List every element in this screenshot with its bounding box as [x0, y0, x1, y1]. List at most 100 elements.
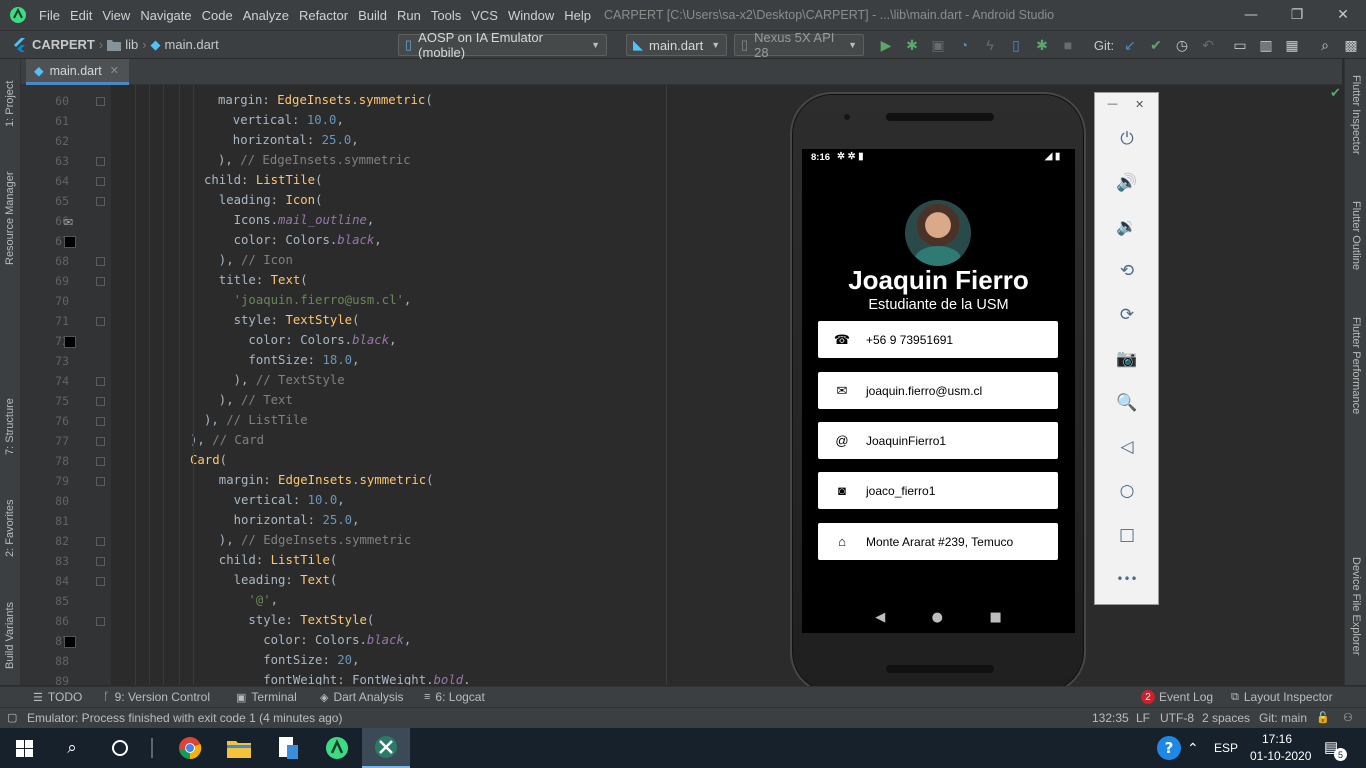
notepad-icon[interactable]	[264, 728, 312, 768]
minimize-button[interactable]: —	[1228, 0, 1274, 30]
search-icon[interactable]: ⌕	[1316, 36, 1334, 54]
fold-marker-icon[interactable]	[96, 377, 105, 386]
device-selector[interactable]: ▯ AOSP on IA Emulator (mobile) ▼	[398, 30, 607, 60]
code-line[interactable]: ), // ListTile	[204, 413, 308, 427]
tool-layout-inspector[interactable]: ⧉ Layout Inspector	[1231, 690, 1333, 704]
attach-debugger-icon[interactable]: ✱	[1033, 36, 1051, 54]
fold-marker-icon[interactable]	[96, 97, 105, 106]
code-line[interactable]: color: Colors.black,	[204, 633, 411, 647]
code-line[interactable]: ), // Card	[190, 433, 264, 447]
tool-terminal[interactable]: ▣ Terminal	[236, 690, 297, 704]
fold-marker-icon[interactable]	[96, 557, 105, 566]
code-line[interactable]: horizontal: 25.0,	[204, 513, 360, 527]
sdk-manager-icon[interactable]: ▥	[1257, 36, 1275, 54]
code-line[interactable]: title: Text(	[204, 273, 308, 287]
stop-icon[interactable]: ■	[1059, 36, 1077, 54]
maximize-button[interactable]: ❐	[1274, 0, 1320, 30]
hot-reload-icon[interactable]: ϟ	[981, 36, 999, 54]
menu-view[interactable]: View	[97, 8, 135, 23]
code-line[interactable]: leading: Icon(	[204, 193, 323, 207]
code-line[interactable]: style: TextStyle(	[204, 313, 360, 327]
profile-icon[interactable]: ◔	[955, 36, 973, 54]
git-rollback-icon[interactable]: ↶	[1199, 36, 1217, 54]
tab-main-dart[interactable]: ◆ main.dart ✕	[26, 59, 129, 85]
status-toggle-icon[interactable]: ▢	[7, 711, 17, 724]
lock-icon[interactable]: 🔓	[1316, 711, 1330, 724]
tool-resource-manager[interactable]: Resource Manager	[4, 155, 16, 265]
emulator-screen[interactable]: 8:16 ✲ ✲ ▮ ◢ ▮ Joaquin Fierro Estudiante…	[802, 149, 1075, 633]
tray-chevron-icon[interactable]: ⌃	[1187, 740, 1199, 757]
volume-down-icon[interactable]: 🔉	[1113, 213, 1141, 241]
attach-icon[interactable]: ▯	[1007, 36, 1025, 54]
avd-selector[interactable]: ▯ Nexus 5X API 28 ▼	[734, 30, 864, 60]
menu-help[interactable]: Help	[559, 8, 596, 23]
code-line[interactable]: ), // EdgeInsets.symmetric	[218, 153, 411, 167]
card-address[interactable]: ⌂ Monte Ararat #239, Temuco	[818, 523, 1058, 560]
tool-dart-analysis[interactable]: ◈ Dart Analysis	[320, 690, 404, 704]
more-icon[interactable]: •••	[1113, 565, 1141, 593]
code-line[interactable]: color: Colors.black,	[204, 233, 382, 247]
menu-tools[interactable]: Tools	[426, 8, 466, 23]
tool-event-log[interactable]: 2 Event Log	[1141, 690, 1213, 704]
indent-setting[interactable]: 2 spaces	[1202, 711, 1250, 725]
breadcrumb-project[interactable]: CARPERT	[32, 37, 95, 52]
status-message[interactable]: Emulator: Process finished with exit cod…	[27, 711, 342, 725]
tool-flutter-performance[interactable]: Flutter Performance	[1350, 317, 1362, 431]
code-line[interactable]: child: ListTile(	[204, 553, 337, 567]
fold-marker-icon[interactable]	[96, 617, 105, 626]
clock-date[interactable]: 01-10-2020	[1250, 749, 1311, 763]
color-swatch-icon[interactable]	[64, 636, 76, 648]
menu-window[interactable]: Window	[503, 8, 559, 23]
file-explorer-icon[interactable]	[215, 728, 263, 768]
menu-file[interactable]: File	[34, 8, 65, 23]
tool-logcat[interactable]: ≡ 6: Logcat	[424, 690, 485, 704]
overview-icon[interactable]: □	[1113, 521, 1141, 549]
file-encoding[interactable]: UTF-8	[1160, 711, 1194, 725]
menu-build[interactable]: Build	[353, 8, 392, 23]
fold-marker-icon[interactable]	[96, 197, 105, 206]
avd-manager-icon[interactable]: ▭	[1231, 36, 1249, 54]
power-icon[interactable]: ⏻	[1113, 125, 1141, 153]
breadcrumb-lib[interactable]: lib	[125, 37, 138, 52]
code-line[interactable]: 'joaquin.fierro@usm.cl',	[204, 293, 412, 307]
menu-edit[interactable]: Edit	[65, 8, 97, 23]
fold-marker-icon[interactable]	[96, 417, 105, 426]
rotate-left-icon[interactable]: ⟲	[1113, 257, 1141, 285]
fold-marker-icon[interactable]	[96, 477, 105, 486]
code-line[interactable]: Icons.mail_outline,	[204, 213, 375, 227]
code-line[interactable]: margin: EdgeInsets.symmetric(	[204, 473, 434, 487]
close-tab-icon[interactable]: ✕	[110, 64, 119, 77]
tool-favorites[interactable]: 2: Favorites	[4, 487, 16, 557]
color-swatch-icon[interactable]	[64, 236, 76, 248]
fold-marker-icon[interactable]	[96, 537, 105, 546]
code-line[interactable]: ), // Icon	[204, 253, 293, 267]
code-line[interactable]: '@',	[204, 593, 278, 607]
mail-outline-icon[interactable]: ✉	[64, 216, 76, 229]
help-icon[interactable]: ?	[1157, 736, 1181, 760]
menu-refactor[interactable]: Refactor	[294, 8, 353, 23]
code-line[interactable]: child: ListTile(	[204, 173, 322, 187]
nav-back-icon[interactable]: ◀	[875, 610, 885, 625]
card-email[interactable]: ✉ joaquin.fierro@usm.cl	[818, 372, 1058, 409]
fold-marker-icon[interactable]	[96, 577, 105, 586]
git-commit-icon[interactable]: ✔	[1147, 36, 1165, 54]
android-studio-icon[interactable]	[313, 728, 361, 768]
fold-marker-icon[interactable]	[96, 157, 105, 166]
chrome-icon[interactable]	[166, 728, 214, 768]
run-config-selector[interactable]: ◣ main.dart ▼	[626, 34, 727, 56]
rotate-right-icon[interactable]: ⟳	[1113, 301, 1141, 329]
screenshot-icon[interactable]: 📷	[1113, 345, 1141, 373]
home-icon[interactable]: ○	[1113, 477, 1141, 505]
nav-home-icon[interactable]: ●	[932, 610, 943, 625]
code-line[interactable]: fontSize: 20,	[204, 653, 359, 667]
code-editor[interactable]: margin: EdgeInsets.symmetric( vertical: …	[111, 85, 1344, 685]
git-update-icon[interactable]: ↙	[1121, 36, 1139, 54]
code-line[interactable]: leading: Text(	[204, 573, 338, 587]
tool-device-file-explorer[interactable]: Device File Explorer	[1350, 557, 1362, 673]
code-line[interactable]: horizontal: 25.0,	[218, 133, 359, 147]
tool-todo[interactable]: ☰ TODO	[33, 690, 82, 704]
emulator-minimize-button[interactable]: —	[1107, 97, 1118, 110]
code-line[interactable]: ), // TextStyle	[204, 373, 345, 387]
fold-marker-icon[interactable]	[96, 257, 105, 266]
menu-code[interactable]: Code	[197, 8, 238, 23]
